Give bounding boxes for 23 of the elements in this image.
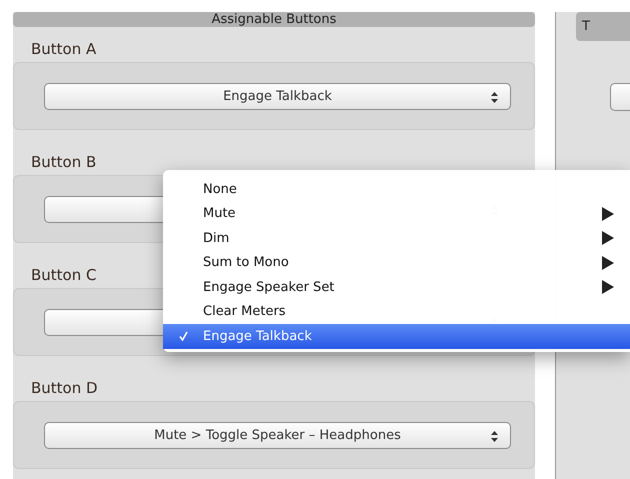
button-label: Button A [31, 39, 96, 60]
submenu-arrow-icon [602, 256, 614, 270]
button-label: Button C [31, 265, 96, 286]
menu-item[interactable]: Sum to Mono [163, 250, 630, 275]
menu-item[interactable]: Clear Meters [163, 300, 630, 324]
popup-button[interactable] [610, 83, 630, 111]
submenu-arrow-icon [602, 206, 614, 221]
menu-item[interactable]: None [163, 177, 630, 202]
up-down-arrows-icon [491, 430, 498, 442]
panel-header: Assignable Buttons [13, 12, 535, 27]
popup-button[interactable]: Mute > Toggle Speaker – Headphones [44, 422, 511, 448]
menu-item[interactable]: Engage Talkback [163, 324, 630, 348]
menu-item[interactable]: Dim [163, 226, 630, 250]
checkmark-icon [178, 331, 188, 342]
menu-item[interactable]: Mute [163, 202, 630, 226]
submenu-arrow-icon [602, 280, 614, 294]
button-label: Button B [31, 152, 96, 173]
menu-item[interactable]: Engage Speaker Set [163, 275, 630, 300]
popup-button[interactable]: Engage Talkback [44, 82, 511, 110]
panel-header: T [576, 12, 630, 41]
submenu-arrow-icon [602, 231, 614, 246]
up-down-arrows-icon [491, 92, 498, 102]
button-label: Button D [31, 378, 98, 399]
